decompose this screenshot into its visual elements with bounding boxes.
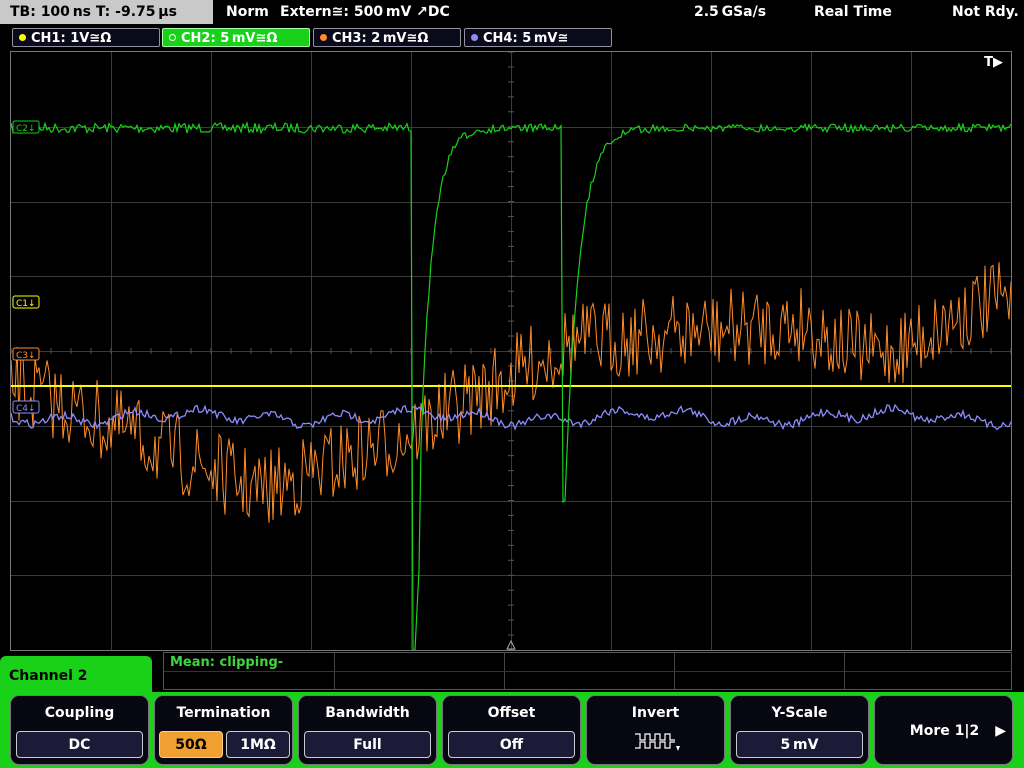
ch3-level-marker: C3↓ bbox=[12, 347, 40, 361]
ch4-level-marker: C4↓ bbox=[12, 400, 40, 414]
invert-pulse-icon bbox=[635, 733, 680, 751]
bandwidth-label: Bandwidth bbox=[325, 705, 410, 721]
offset-label: Offset bbox=[487, 705, 536, 721]
ch3-tab-label: CH3: 2 mV≅Ω bbox=[332, 31, 429, 46]
termination-softkey[interactable]: Termination 50Ω 1MΩ bbox=[154, 695, 293, 765]
termination-1mohm-option[interactable]: 1MΩ bbox=[226, 731, 290, 758]
invert-softkey[interactable]: Invert bbox=[586, 695, 725, 765]
more-label: More 1|2 bbox=[909, 723, 980, 739]
trigger-marker: T▶ bbox=[984, 55, 1003, 70]
waveform-graph: C2↓ C1↓ C3↓ C4↓ bbox=[11, 52, 1011, 650]
bandwidth-softkey[interactable]: Bandwidth Full bbox=[298, 695, 437, 765]
y-scale-label: Y-Scale bbox=[771, 705, 828, 721]
acquisition-type: Real Time bbox=[814, 4, 892, 20]
y-scale-softkey[interactable]: Y-Scale 5 mV bbox=[730, 695, 869, 765]
menu-title-channel-2: Channel 2 bbox=[0, 656, 152, 692]
trigger-state: Not Rdy. bbox=[952, 4, 1019, 20]
ch4-tab[interactable]: CH4: 5 mV≅ bbox=[464, 28, 612, 47]
svg-text:C1↓: C1↓ bbox=[16, 299, 36, 309]
measurement-mean[interactable]: Mean: clipping- bbox=[170, 655, 283, 670]
arrow-right-icon: ▶︎ bbox=[995, 723, 1006, 739]
ch1-tab-label: CH1: 1V≅Ω bbox=[31, 31, 112, 46]
graticule bbox=[11, 52, 1011, 650]
measure-divider bbox=[164, 671, 1011, 672]
termination-label: Termination bbox=[176, 705, 271, 721]
ch1-color-icon bbox=[19, 34, 26, 41]
ch3-color-icon bbox=[320, 34, 327, 41]
ch2-tab[interactable]: CH2: 5 mV≅Ω bbox=[162, 28, 310, 47]
svg-text:C4↓: C4↓ bbox=[16, 404, 36, 414]
ch2-tab-label: CH2: 5 mV≅Ω bbox=[181, 31, 278, 46]
termination-50ohm-option[interactable]: 50Ω bbox=[159, 731, 223, 758]
bandwidth-value[interactable]: Full bbox=[304, 731, 431, 758]
measurement-bar: Mean: clipping- bbox=[163, 652, 1012, 690]
y-scale-value[interactable]: 5 mV bbox=[736, 731, 863, 758]
coupling-label: Coupling bbox=[44, 705, 115, 721]
ch2-level-marker: C2↓ bbox=[12, 120, 40, 134]
waveform-display[interactable]: C2↓ C1↓ C3↓ C4↓ T▶ bbox=[10, 51, 1012, 651]
timebase-display[interactable]: TB: 100 ns T: -9.75 µs bbox=[0, 0, 213, 24]
svg-text:C3↓: C3↓ bbox=[16, 351, 36, 361]
invert-label: Invert bbox=[631, 705, 680, 721]
ch3-tab[interactable]: CH3: 2 mV≅Ω bbox=[313, 28, 461, 47]
ch4-color-icon bbox=[471, 34, 478, 41]
acquisition-mode[interactable]: Norm bbox=[226, 0, 269, 24]
more-softkey[interactable]: More 1|2 ▶︎ bbox=[874, 695, 1013, 765]
offset-value[interactable]: Off bbox=[448, 731, 575, 758]
ch1-tab[interactable]: CH1: 1V≅Ω bbox=[12, 28, 160, 47]
ch2-color-icon bbox=[169, 34, 176, 41]
status-bar: TB: 100 ns T: -9.75 µs Norm Extern≅: 500… bbox=[0, 0, 1024, 24]
ch1-level-marker: C1↓ bbox=[12, 295, 40, 309]
coupling-softkey[interactable]: Coupling DC bbox=[10, 695, 149, 765]
svg-text:C2↓: C2↓ bbox=[16, 124, 36, 134]
coupling-value[interactable]: DC bbox=[16, 731, 143, 758]
sample-rate: 2.5 GSa/s bbox=[694, 4, 767, 20]
trigger-setting[interactable]: Extern≅: 500 mV ↗DC bbox=[280, 0, 450, 24]
ch4-tab-label: CH4: 5 mV≅ bbox=[483, 31, 569, 46]
offset-softkey[interactable]: Offset Off bbox=[442, 695, 581, 765]
